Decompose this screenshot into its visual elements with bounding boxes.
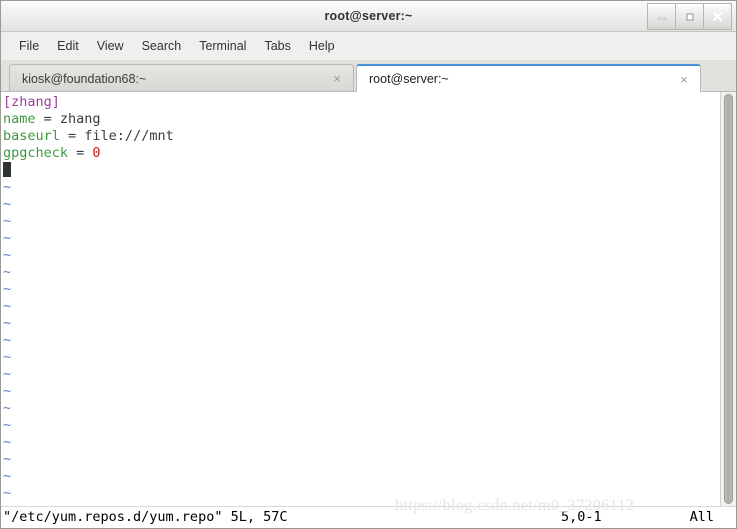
menu-bar: File Edit View Search Terminal Tabs Help — [1, 32, 736, 61]
text-cursor — [3, 162, 11, 177]
vim-buffer[interactable]: [zhang] name = zhang baseurl = file:///mnt… — [1, 92, 720, 506]
menu-item-help[interactable]: Help — [300, 36, 344, 56]
tab-root-server[interactable]: root@server:~ × — [356, 64, 701, 92]
vim-line — [3, 162, 720, 179]
vim-line: gpgcheck = 0 — [3, 145, 720, 162]
vim-filler-tilde: ~ — [3, 451, 12, 467]
vim-filler-tilde: ~ — [3, 247, 12, 263]
close-icon — [712, 11, 723, 22]
vim-filler-tilde: ~ — [3, 349, 12, 365]
scrollbar-thumb[interactable] — [724, 94, 733, 504]
vim-filler-tilde: ~ — [3, 400, 12, 416]
ini-separator: = — [68, 145, 93, 161]
tab-label: root@server:~ — [369, 72, 449, 86]
ini-value: file:///mnt — [84, 128, 174, 144]
ini-separator: = — [35, 111, 60, 127]
status-scroll-indicator: All — [689, 509, 714, 525]
vim-line: baseurl = file:///mnt — [3, 128, 720, 145]
window-title: root@server:~ — [324, 9, 413, 23]
ini-section-header: [zhang] — [3, 94, 60, 110]
ini-value: 0 — [92, 145, 101, 161]
maximize-icon — [686, 13, 693, 20]
status-file-info: "/etc/yum.repos.d/yum.repo" 5L, 57C — [3, 509, 288, 525]
vim-line: name = zhang — [3, 111, 720, 128]
vim-filler-tilde: ~ — [3, 315, 12, 331]
vim-filler-tilde: ~ — [3, 417, 12, 433]
minimize-icon — [657, 17, 666, 20]
title-bar: root@server:~ — [1, 1, 736, 32]
terminal-scrollbar[interactable] — [720, 92, 736, 506]
vim-filler-tilde: ~ — [3, 485, 12, 501]
vim-filler-tilde: ~ — [3, 281, 12, 297]
vim-filler-tilde: ~ — [3, 332, 12, 348]
vim-filler-tilde: ~ — [3, 264, 12, 280]
tab-bar: kiosk@foundation68:~ × root@server:~ × — [1, 61, 736, 92]
ini-key: baseurl — [3, 128, 60, 144]
menu-item-tabs[interactable]: Tabs — [255, 36, 299, 56]
menu-item-search[interactable]: Search — [133, 36, 191, 56]
tab-close-icon[interactable]: × — [676, 71, 692, 87]
tab-kiosk-foundation68[interactable]: kiosk@foundation68:~ × — [9, 64, 354, 92]
ini-key: gpgcheck — [3, 145, 69, 161]
vim-filler-tilde: ~ — [3, 298, 12, 314]
status-cursor-position: 5,0-1 — [561, 509, 602, 525]
vim-filler-tilde: ~ — [3, 383, 12, 399]
ini-separator: = — [59, 128, 85, 144]
vim-filler-tilde: ~ — [3, 434, 12, 450]
vim-filler-tilde: ~ — [3, 366, 12, 382]
terminal-window: root@server:~ File Edit View Search Term… — [0, 0, 737, 529]
ini-key: name — [3, 111, 36, 127]
vim-status-line: "/etc/yum.repos.d/yum.repo" 5L, 57C 5,0-… — [1, 506, 736, 528]
vim-filler-tilde: ~ — [3, 213, 12, 229]
terminal-area: [zhang] name = zhang baseurl = file:///mnt… — [1, 92, 736, 506]
menu-item-edit[interactable]: Edit — [48, 36, 88, 56]
vim-filler-tilde: ~ — [3, 179, 12, 195]
tab-close-icon[interactable]: × — [329, 71, 345, 87]
maximize-button[interactable] — [675, 3, 703, 30]
menu-item-file[interactable]: File — [10, 36, 48, 56]
vim-line: [zhang] — [3, 94, 720, 111]
tab-label: kiosk@foundation68:~ — [22, 71, 147, 86]
minimize-button[interactable] — [647, 3, 675, 30]
vim-filler-tilde: ~ — [3, 468, 12, 484]
vim-filler-tilde: ~ — [3, 196, 12, 212]
menu-item-terminal[interactable]: Terminal — [190, 36, 255, 56]
window-controls — [647, 3, 732, 30]
menu-item-view[interactable]: View — [88, 36, 133, 56]
close-button[interactable] — [703, 3, 732, 30]
ini-value: zhang — [59, 111, 101, 127]
vim-filler-tilde: ~ — [3, 230, 12, 246]
